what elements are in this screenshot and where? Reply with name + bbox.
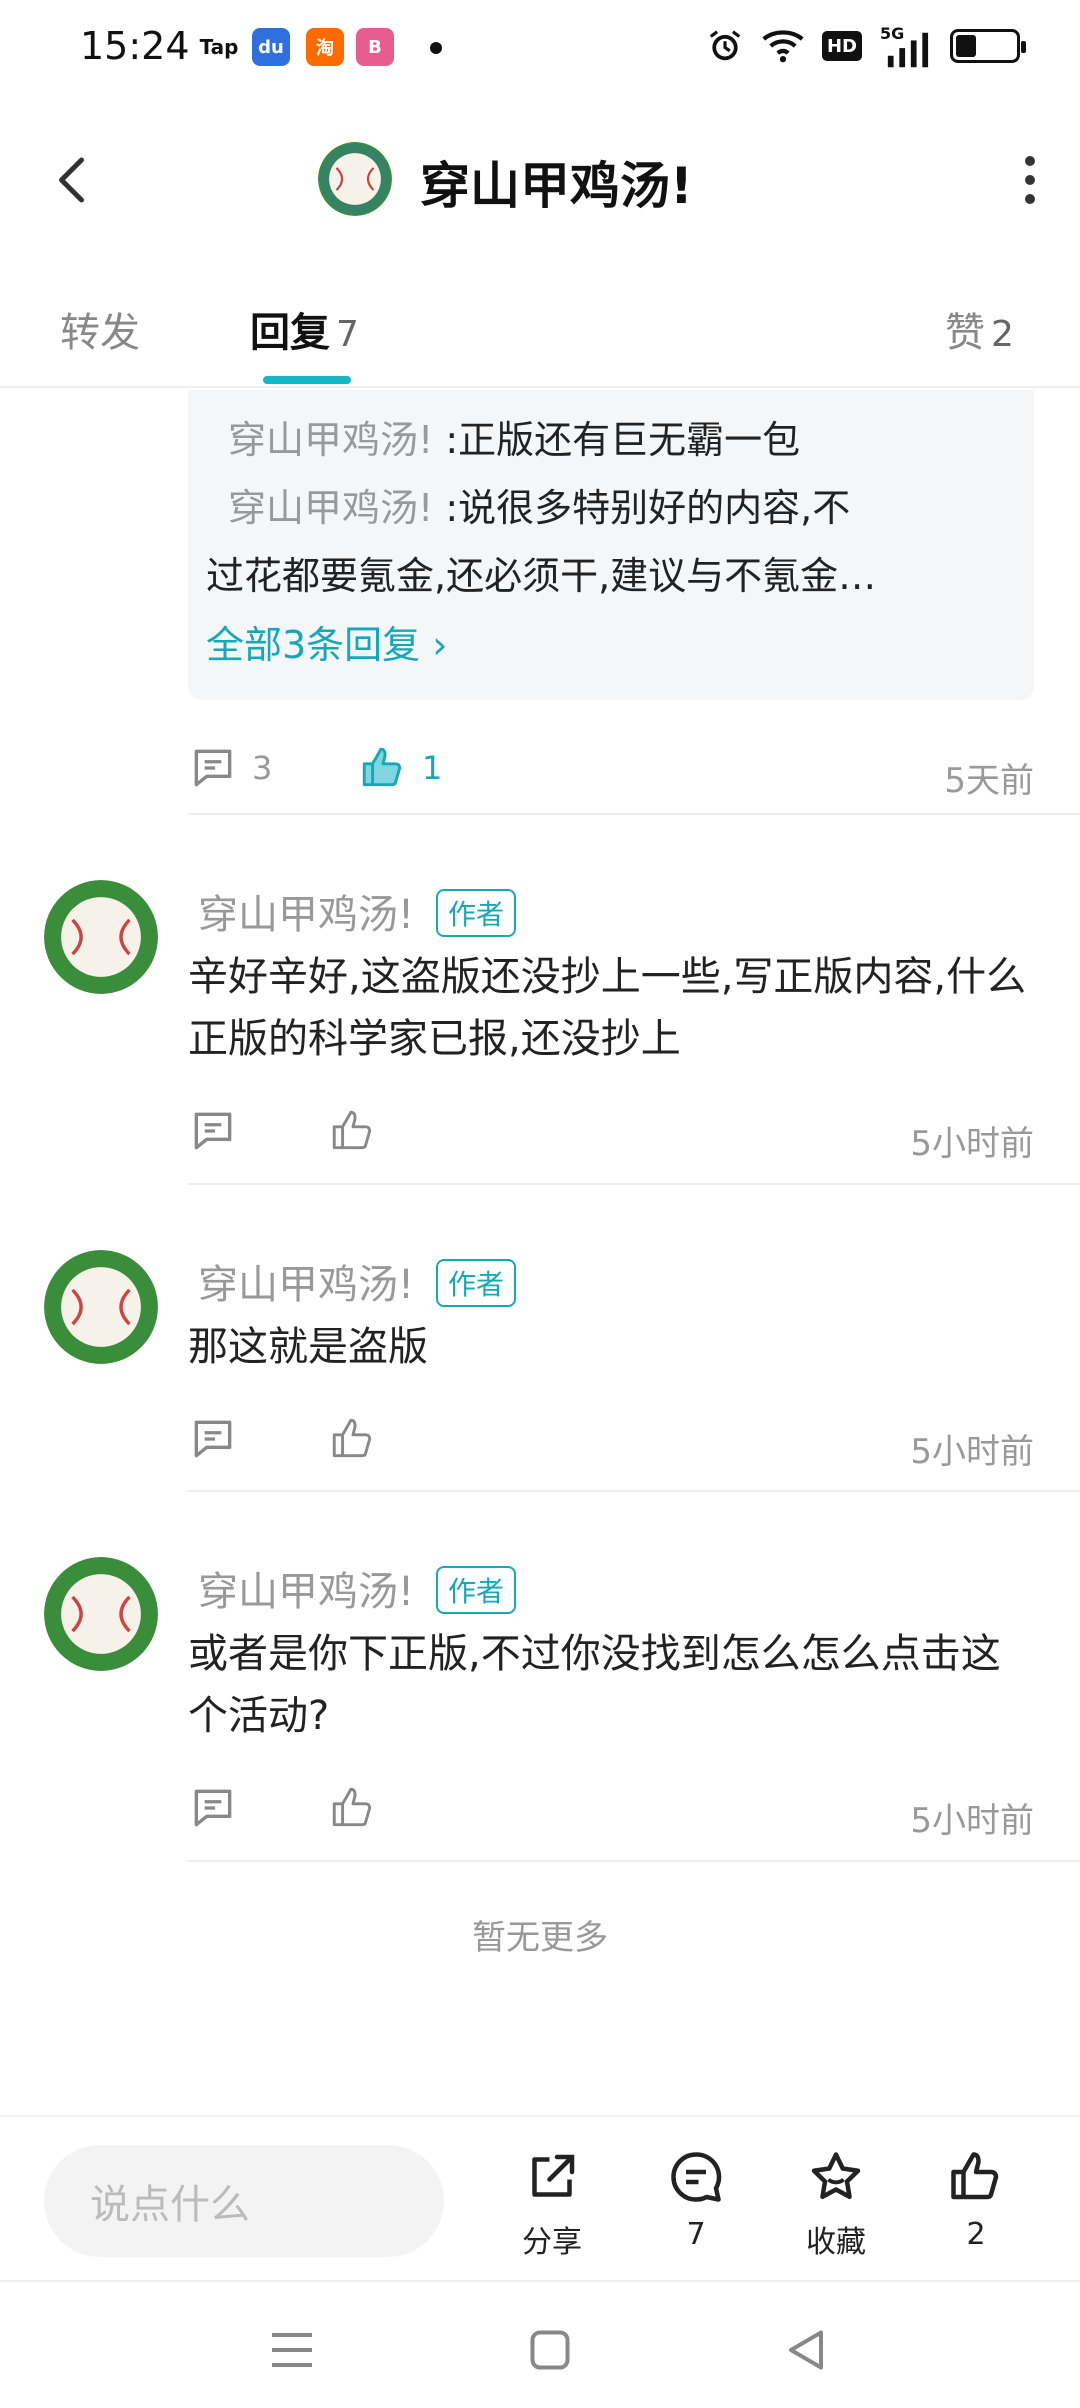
nested-reply: 穿山甲鸡汤! :正版还有巨无霸一包: [228, 418, 801, 462]
page-title: 穿山甲鸡汤!: [420, 157, 693, 215]
timestamp: 5小时前: [910, 1432, 1034, 1472]
tap-app-icon: Tap: [199, 35, 239, 59]
thumbs-up-icon: [951, 2152, 999, 2200]
username[interactable]: 穿山甲鸡汤! 作者: [198, 1252, 517, 1311]
reply-button[interactable]: 3: [188, 743, 272, 793]
comment-text: 那这就是盗版: [188, 1324, 428, 1370]
no-more-text: 暂无更多: [472, 1918, 608, 1958]
user-avatar[interactable]: [44, 880, 158, 994]
username[interactable]: 穿山甲鸡汤! 作者: [198, 882, 517, 941]
timestamp: 5小时前: [910, 1124, 1034, 1164]
thumbs-up-icon: [332, 1787, 372, 1827]
active-tab-indicator: [263, 376, 351, 384]
timestamp: 5天前: [944, 761, 1034, 801]
divider: [188, 1183, 1080, 1185]
comment-list: 穿山甲鸡汤! :正版还有巨无霸一包 穿山甲鸡汤! :说很多特别好的内容,不 过花…: [0, 390, 1080, 2115]
reply-button[interactable]: [188, 1414, 238, 1464]
comment-icon: [194, 1112, 232, 1150]
comment-icon: [194, 1789, 232, 1827]
nested-reply: 穿山甲鸡汤! :说很多特别好的内容,不: [228, 486, 851, 530]
comments-button[interactable]: 7: [636, 2147, 756, 2252]
notification-dot: [430, 42, 442, 54]
status-time: 15:24: [80, 24, 190, 68]
system-nav-bar: [0, 2280, 1080, 2408]
all-replies-link[interactable]: 全部3条回复 ›: [206, 610, 1004, 680]
timestamp: 5小时前: [910, 1801, 1034, 1841]
thumbs-up-icon: [332, 1110, 372, 1150]
comment-actions: 5小时前: [188, 1775, 1034, 1855]
like-button[interactable]: 1: [358, 743, 442, 793]
tab-likes[interactable]: 赞2: [945, 300, 1014, 358]
author-badge: 作者: [436, 1566, 517, 1614]
reply-button[interactable]: [188, 1783, 238, 1833]
back-icon[interactable]: [776, 2320, 836, 2380]
bilibili-app-icon: B: [356, 28, 394, 66]
like-button[interactable]: [328, 1106, 378, 1156]
comment-actions: 5小时前: [188, 1406, 1034, 1486]
like-post-button[interactable]: 2: [916, 2147, 1036, 2252]
signal-5g-icon: 5G: [880, 24, 932, 68]
comment-actions: 5小时前: [188, 1098, 1034, 1178]
top-bar: 穿山甲鸡汤!: [0, 120, 1080, 240]
username[interactable]: 穿山甲鸡汤! 作者: [198, 1559, 517, 1618]
bottom-action-bar: 说点什么 分享 7 收藏 2: [0, 2115, 1080, 2280]
more-options-icon[interactable]: [1020, 156, 1040, 204]
author-badge: 作者: [436, 889, 517, 937]
nested-reply-continuation: 过花都要氪金,还必须干,建议与不氪金…: [206, 554, 877, 598]
comment-icon: [194, 1420, 232, 1458]
tab-bar: 转发 回复 7 赞2: [0, 280, 1080, 388]
hd-icon: HD: [821, 31, 862, 61]
share-icon: [532, 2154, 575, 2197]
nested-replies-box[interactable]: 穿山甲鸡汤! :正版还有巨无霸一包 穿山甲鸡汤! :说很多特别好的内容,不 过花…: [188, 390, 1034, 700]
wifi-icon: [762, 26, 804, 66]
thumbs-up-icon: [332, 1418, 372, 1458]
like-button[interactable]: [328, 1783, 378, 1833]
star-icon: [811, 2152, 861, 2199]
thumbs-up-icon: [362, 747, 402, 787]
like-button[interactable]: [328, 1414, 378, 1464]
user-avatar[interactable]: [44, 1250, 158, 1364]
menu-icon[interactable]: [262, 2320, 322, 2380]
author-badge: 作者: [436, 1259, 517, 1307]
comment-icon: [194, 749, 232, 787]
comment-text: 辛好辛好,这盗版还没抄上一些,写正版内容,什么正版的科学家已报,还没抄上: [188, 954, 1027, 1062]
favorite-button[interactable]: 收藏: [776, 2147, 896, 2261]
taobao-app-icon: 淘: [306, 28, 344, 66]
divider: [188, 1860, 1080, 1862]
tab-replies[interactable]: 回复 7: [250, 300, 359, 358]
home-icon[interactable]: [520, 2320, 580, 2380]
comment-input[interactable]: 说点什么: [44, 2145, 444, 2257]
alarm-icon: [706, 26, 744, 66]
comment-bubble-icon: [671, 2152, 722, 2202]
tab-repost[interactable]: 转发: [60, 300, 140, 358]
comment-actions: 3 1 5天前: [188, 735, 1034, 815]
comment-text: 或者是你下正版,不过你没找到怎么怎么点击这个活动?: [188, 1631, 1001, 1739]
divider: [188, 813, 1080, 815]
user-avatar[interactable]: [44, 1557, 158, 1671]
status-bar: 15:24 Tap du 淘 B HD 5G: [0, 0, 1080, 96]
divider: [188, 1490, 1080, 1492]
header-avatar[interactable]: [318, 142, 392, 216]
reply-button[interactable]: [188, 1106, 238, 1156]
baidu-app-icon: du: [252, 28, 290, 66]
share-button[interactable]: 分享: [492, 2147, 612, 2261]
battery-icon: [950, 29, 1026, 63]
back-arrow-icon[interactable]: [44, 150, 104, 210]
